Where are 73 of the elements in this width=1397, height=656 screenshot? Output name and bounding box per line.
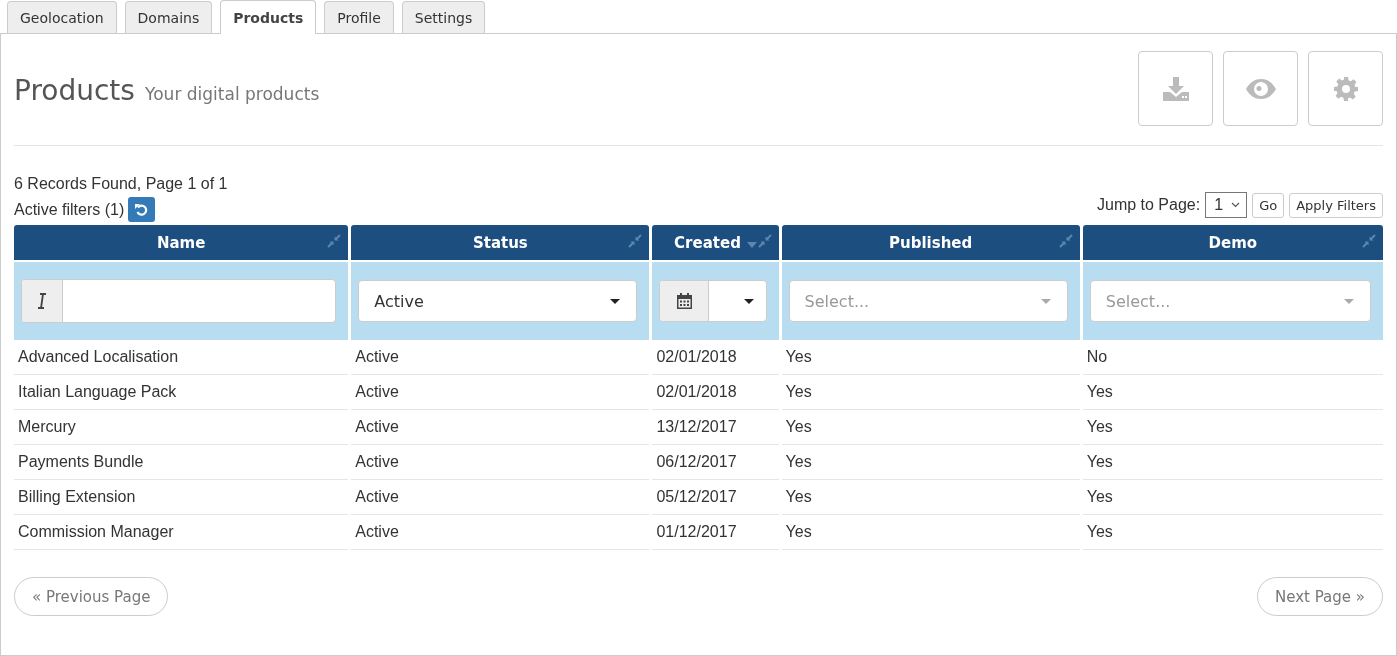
table-cell: 02/01/2018 xyxy=(652,375,779,410)
caret-down-icon xyxy=(610,298,621,304)
reset-filters-button[interactable] xyxy=(128,197,156,222)
active-filters-label: Active filters (1) xyxy=(14,200,125,219)
table-cell: Active xyxy=(351,515,650,550)
table-cell: Yes xyxy=(781,340,1080,375)
preview-button[interactable] xyxy=(1223,51,1298,126)
table-cell: Payments Bundle xyxy=(14,445,349,480)
caret-down-icon xyxy=(1040,298,1051,304)
collapse-icon[interactable] xyxy=(628,234,643,248)
column-header[interactable]: Published xyxy=(781,225,1080,260)
table-cell: Active xyxy=(351,340,650,375)
tab[interactable]: Profile xyxy=(324,1,394,33)
table-cell: Yes xyxy=(781,445,1080,480)
table-cell: Yes xyxy=(1082,410,1383,445)
tab[interactable]: Domains xyxy=(124,1,213,33)
table-cell: Commission Manager xyxy=(14,515,349,550)
page-subtitle: Your digital products xyxy=(145,83,320,104)
table-cell: Yes xyxy=(1082,375,1383,410)
tab[interactable]: Geolocation xyxy=(7,1,117,33)
collapse-icon[interactable] xyxy=(327,234,342,248)
column-header[interactable]: Created xyxy=(652,225,779,260)
go-button[interactable]: Go xyxy=(1252,192,1285,218)
table-cell: Billing Extension xyxy=(14,480,349,515)
table-cell: Active xyxy=(351,445,650,480)
name-filter-field[interactable] xyxy=(21,279,337,323)
reset-icon xyxy=(135,203,149,216)
download-icon xyxy=(1162,76,1189,101)
collapse-icon[interactable] xyxy=(1058,234,1073,248)
apply-filters-button[interactable]: Apply Filters xyxy=(1289,192,1383,218)
table-cell: Yes xyxy=(1082,480,1383,515)
next-page-button[interactable]: Next Page » xyxy=(1257,577,1383,616)
tab[interactable]: Settings xyxy=(401,1,486,33)
previous-page-button[interactable]: « Previous Page xyxy=(14,577,169,616)
table-cell: Yes xyxy=(781,375,1080,410)
download-button[interactable] xyxy=(1138,51,1213,126)
table-cell: Yes xyxy=(781,410,1080,445)
table-cell: Advanced Localisation xyxy=(14,340,349,375)
sort-descending-icon xyxy=(746,241,757,248)
column-header[interactable]: Name xyxy=(14,225,349,260)
collapse-icon[interactable] xyxy=(1362,234,1376,248)
table-cell: Active xyxy=(351,375,650,410)
caret-down-icon xyxy=(743,298,754,304)
table-cell: Italian Language Pack xyxy=(14,375,349,410)
date-filter-field[interactable] xyxy=(659,280,767,322)
page-select[interactable]: 1 xyxy=(1205,192,1248,218)
table-cell: 05/12/2017 xyxy=(652,480,779,515)
table-cell: Yes xyxy=(1082,515,1383,550)
table-cell: Active xyxy=(351,410,650,445)
calendar-icon xyxy=(676,293,692,309)
table-cell: 02/01/2018 xyxy=(652,340,779,375)
table-cell: 06/12/2017 xyxy=(652,445,779,480)
table-cell: 13/12/2017 xyxy=(652,410,779,445)
filter-select[interactable]: Active xyxy=(358,280,638,322)
table-cell: Yes xyxy=(781,515,1080,550)
records-count: 6 Records Found, Page 1 of 1 xyxy=(14,175,228,193)
column-header[interactable]: Status xyxy=(351,225,650,260)
tab[interactable]: Products xyxy=(220,0,317,34)
jump-to-page-label: Jump to Page: xyxy=(1097,196,1201,214)
italic-icon xyxy=(37,293,47,309)
eye-icon xyxy=(1245,78,1276,99)
page-title: Products xyxy=(14,73,135,107)
settings-icon xyxy=(1333,76,1358,101)
caret-down-icon xyxy=(1344,298,1354,304)
table-cell: Yes xyxy=(1082,445,1383,480)
chevron-down-icon xyxy=(1231,202,1241,208)
table-cell: Mercury xyxy=(14,410,349,445)
table-cell: Yes xyxy=(781,480,1080,515)
table-cell: 01/12/2017 xyxy=(652,515,779,550)
table-cell: No xyxy=(1082,340,1383,375)
column-header[interactable]: Demo xyxy=(1082,225,1383,260)
settings-button[interactable] xyxy=(1308,51,1383,126)
table-cell: Active xyxy=(351,480,650,515)
